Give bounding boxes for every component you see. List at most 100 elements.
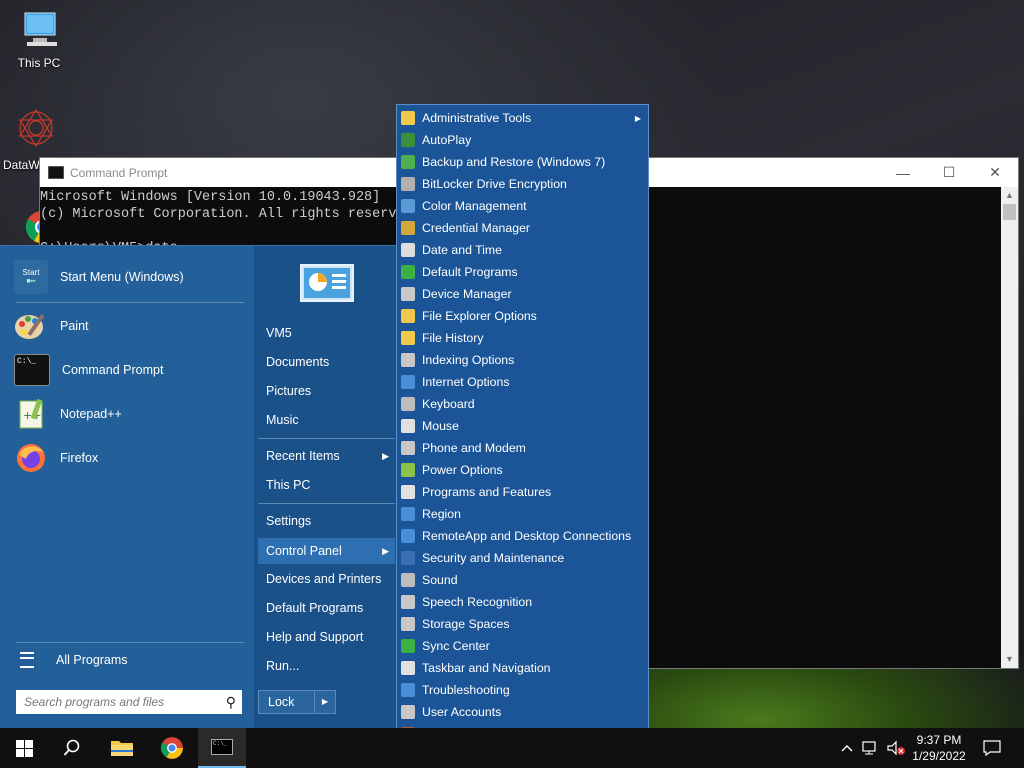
start-button[interactable] — [0, 728, 48, 768]
notification-icon[interactable] — [978, 728, 1006, 768]
start-right-item-run[interactable]: Run... — [266, 656, 299, 676]
start-menu-header-item[interactable]: Start ■▪▪ Start Menu (Windows) — [14, 257, 184, 297]
control-panel-item-label: BitLocker Drive Encryption — [422, 177, 567, 191]
scroll-thumb[interactable] — [1003, 204, 1016, 220]
control-panel-item-label: Speech Recognition — [422, 595, 533, 609]
vertical-scrollbar[interactable]: ▲ ▼ — [1001, 187, 1018, 668]
control-panel-item-sound[interactable]: Sound — [401, 569, 645, 591]
user-picture[interactable] — [300, 264, 354, 302]
taskbar-command-prompt[interactable]: C:\_ — [198, 728, 246, 768]
desktop-icon-datawarrior[interactable]: DataW — [3, 106, 68, 172]
folder-options-icon — [401, 309, 415, 323]
program-label: Notepad++ — [60, 407, 122, 421]
chevron-up-icon[interactable] — [837, 728, 857, 768]
close-button[interactable]: ✕ — [972, 158, 1018, 187]
control-panel-item-administrative-tools[interactable]: Administrative Tools ▶ — [401, 107, 645, 129]
program-item-notepadpp[interactable]: ++ Notepad++ — [14, 394, 122, 434]
control-panel-item-user-accounts[interactable]: User Accounts — [401, 701, 645, 723]
minimize-button[interactable]: — — [880, 158, 926, 187]
control-panel-item-bitlocker-drive-encryption[interactable]: BitLocker Drive Encryption — [401, 173, 645, 195]
all-programs-button[interactable]: All Programs — [20, 640, 128, 680]
control-panel-item-label: Administrative Tools — [422, 111, 532, 125]
taskbar-file-explorer[interactable] — [98, 728, 146, 768]
start-right-item-default-programs[interactable]: Default Programs — [266, 598, 363, 618]
control-panel-item-speech-recognition[interactable]: Speech Recognition — [401, 591, 645, 613]
start-right-item-documents[interactable]: Documents — [266, 352, 329, 372]
control-panel-item-internet-options[interactable]: Internet Options — [401, 371, 645, 393]
program-item-paint[interactable]: Paint — [14, 306, 89, 346]
chevron-right-icon: ▶ — [382, 451, 389, 461]
control-panel-item-date-and-time[interactable]: Date and Time — [401, 239, 645, 261]
sync-icon — [401, 639, 415, 653]
start-right-item-music[interactable]: Music — [266, 410, 299, 430]
control-panel-item-keyboard[interactable]: Keyboard — [401, 393, 645, 415]
control-panel-item-file-history[interactable]: File History — [401, 327, 645, 349]
control-panel-item-label: Troubleshooting — [422, 683, 510, 697]
control-panel-item-programs-and-features[interactable]: Programs and Features — [401, 481, 645, 503]
maximize-button[interactable]: ☐ — [926, 158, 972, 187]
control-panel-item-sync-center[interactable]: Sync Center — [401, 635, 645, 657]
start-menu-logo-icon: Start ■▪▪ — [14, 260, 48, 294]
control-panel-item-device-manager[interactable]: Device Manager — [401, 283, 645, 305]
network-icon[interactable] — [860, 728, 882, 768]
start-right-item-pictures[interactable]: Pictures — [266, 381, 311, 401]
flag-icon — [401, 551, 415, 565]
control-panel-item-label: Color Management — [422, 199, 527, 213]
control-panel-item-credential-manager[interactable]: Credential Manager — [401, 217, 645, 239]
start-right-item-help-support[interactable]: Help and Support — [266, 627, 363, 647]
control-panel-item-phone-and-modem[interactable]: Phone and Modem — [401, 437, 645, 459]
control-panel-item-taskbar-and-navigation[interactable]: Taskbar and Navigation — [401, 657, 645, 679]
autoplay-icon — [401, 133, 415, 147]
control-panel-item-storage-spaces[interactable]: Storage Spaces — [401, 613, 645, 635]
control-panel-item-security-and-maintenance[interactable]: Security and Maintenance — [401, 547, 645, 569]
speaker-icon — [401, 573, 415, 587]
chevron-right-icon: ▶ — [382, 546, 389, 556]
users-icon — [401, 705, 415, 719]
control-panel-item-label: Taskbar and Navigation — [422, 661, 551, 675]
control-panel-item-troubleshooting[interactable]: Troubleshooting — [401, 679, 645, 701]
control-panel-item-region[interactable]: Region — [401, 503, 645, 525]
control-panel-item-backup-and-restore-windows-7[interactable]: Backup and Restore (Windows 7) — [401, 151, 645, 173]
program-item-firefox[interactable]: Firefox — [14, 438, 98, 478]
firefox-icon — [14, 441, 48, 475]
scroll-up-icon[interactable]: ▲ — [1001, 187, 1018, 204]
control-panel-item-file-explorer-options[interactable]: File Explorer Options — [401, 305, 645, 327]
lock-button[interactable]: Lock ▶ — [258, 690, 336, 714]
search-icon[interactable]: ⚲ — [226, 690, 236, 714]
clock-icon — [401, 243, 415, 257]
scroll-down-icon[interactable]: ▼ — [1001, 651, 1018, 668]
search-input[interactable]: Search programs and files ⚲ — [16, 690, 242, 714]
start-right-item-recent-items[interactable]: Recent Items ▶ — [266, 446, 395, 466]
program-item-command-prompt[interactable]: C:\_ Command Prompt — [14, 350, 163, 390]
start-right-item-vm5[interactable]: VM5 — [266, 323, 292, 343]
search-button[interactable] — [48, 728, 96, 768]
control-panel-item-label: User Accounts — [422, 705, 502, 719]
start-right-item-settings[interactable]: Settings — [266, 511, 311, 531]
control-panel-item-mouse[interactable]: Mouse — [401, 415, 645, 437]
phone-icon — [401, 441, 415, 455]
search-placeholder: Search programs and files — [24, 695, 165, 709]
control-panel-item-power-options[interactable]: Power Options — [401, 459, 645, 481]
remote-icon — [401, 529, 415, 543]
control-panel-item-default-programs[interactable]: Default Programs — [401, 261, 645, 283]
chevron-right-icon[interactable]: ▶ — [314, 691, 335, 713]
list-icon — [20, 652, 34, 668]
control-panel-item-remoteapp-and-desktop-connections[interactable]: RemoteApp and Desktop Connections — [401, 525, 645, 547]
desktop-icon-this-pc[interactable]: This PC — [7, 8, 71, 70]
datawarrior-icon — [14, 106, 58, 150]
taskbar-clock[interactable]: 9:37 PM 1/29/2022 — [900, 732, 978, 764]
taskbar-chrome[interactable] — [148, 728, 196, 768]
control-panel-item-color-management[interactable]: Color Management — [401, 195, 645, 217]
start-right-item-this-pc[interactable]: This PC — [266, 475, 310, 495]
control-panel-item-autoplay[interactable]: AutoPlay — [401, 129, 645, 151]
control-panel-item-label: Phone and Modem — [422, 441, 526, 455]
start-right-item-control-panel[interactable]: Control Panel ▶ — [258, 538, 395, 564]
storage-icon — [401, 617, 415, 631]
power-icon — [401, 463, 415, 477]
control-panel-item-indexing-options[interactable]: Indexing Options — [401, 349, 645, 371]
program-label: Firefox — [60, 451, 99, 465]
control-panel-item-label: Power Options — [422, 463, 503, 477]
default-programs-icon — [401, 265, 415, 279]
clock-time: 9:37 PM — [916, 733, 962, 747]
start-right-item-devices-printers[interactable]: Devices and Printers — [266, 569, 381, 589]
